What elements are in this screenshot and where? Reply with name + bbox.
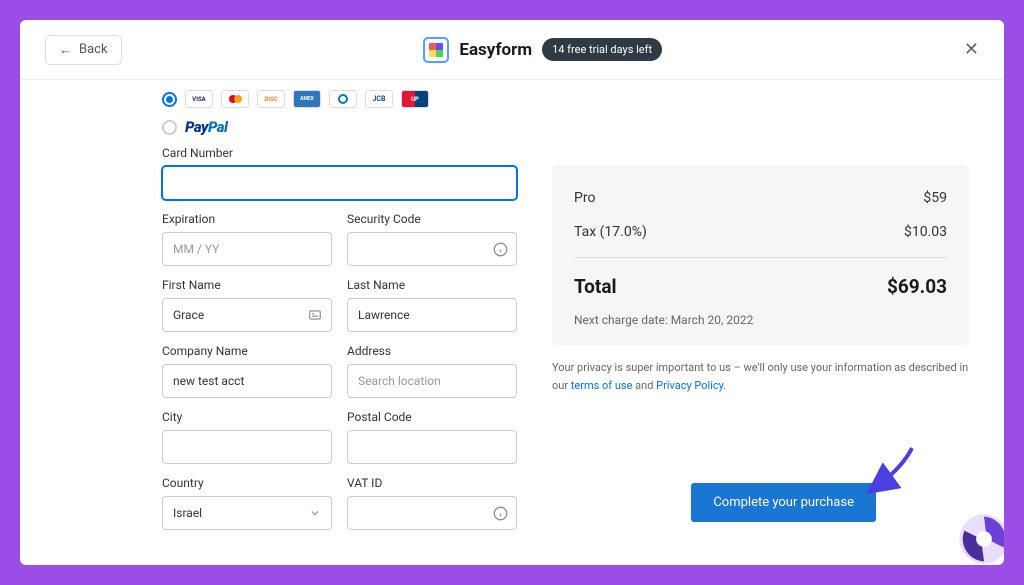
close-icon[interactable]: ✕ — [964, 39, 979, 60]
vat-group: VAT ID — [347, 476, 517, 530]
summary-plan-row: Pro $59 — [574, 181, 947, 215]
card-number-label: Card Number — [162, 146, 517, 160]
last-name-group: Last Name — [347, 278, 517, 332]
summary-tax-row: Tax (17.0%) $10.03 — [574, 215, 947, 249]
country-label: Country — [162, 476, 332, 490]
first-name-label: First Name — [162, 278, 332, 292]
total-value: $69.03 — [887, 275, 947, 298]
jcb-icon: JCB — [365, 90, 393, 108]
header: ← Back Easyform 14 free trial days left … — [20, 20, 1004, 80]
tax-label: Tax (17.0%) — [574, 224, 647, 240]
payment-method-paypal[interactable]: PayPal — [162, 118, 517, 136]
info-icon[interactable] — [492, 505, 508, 521]
diners-icon — [329, 90, 357, 108]
address-label: Address — [347, 344, 517, 358]
order-summary: Pro $59 Tax (17.0%) $10.03 Total $69.03 … — [552, 165, 969, 345]
app-name: Easyform — [459, 40, 532, 60]
trial-badge: 14 free trial days left — [542, 38, 662, 61]
vat-label: VAT ID — [347, 476, 517, 490]
address-group: Address — [347, 344, 517, 398]
city-input[interactable] — [162, 430, 332, 464]
visa-icon: VISA — [185, 90, 213, 108]
company-group: Company Name — [162, 344, 332, 398]
back-button[interactable]: ← Back — [45, 35, 122, 65]
expiration-input[interactable] — [162, 232, 332, 266]
city-label: City — [162, 410, 332, 424]
payment-method-card[interactable]: VISA DISC AMEX JCB UP — [162, 90, 517, 108]
summary-total-row: Total $69.03 — [574, 266, 947, 307]
address-input[interactable] — [347, 364, 517, 398]
tax-value: $10.03 — [904, 224, 947, 240]
company-label: Company Name — [162, 344, 332, 358]
plan-label: Pro — [574, 190, 595, 206]
expiration-group: Expiration — [162, 212, 332, 266]
city-group: City — [162, 410, 332, 464]
back-label: Back — [79, 42, 108, 57]
expiration-label: Expiration — [162, 212, 332, 226]
summary-divider — [574, 257, 947, 258]
postal-group: Postal Code — [347, 410, 517, 464]
unionpay-icon: UP — [401, 90, 429, 108]
chevron-down-icon[interactable] — [307, 505, 323, 521]
app-logo-icon — [423, 37, 449, 63]
brand-corner-icon — [956, 511, 1004, 565]
header-center: Easyform 14 free trial days left — [423, 37, 662, 63]
cvc-label: Security Code — [347, 212, 517, 226]
cvc-group: Security Code — [347, 212, 517, 266]
privacy-text: Your privacy is super important to us – … — [552, 359, 969, 394]
complete-purchase-button[interactable]: Complete your purchase — [691, 483, 876, 522]
privacy-link[interactable]: Privacy Policy — [656, 379, 723, 392]
card-number-group: Card Number — [162, 146, 517, 200]
first-name-group: First Name — [162, 278, 332, 332]
radio-paypal-icon[interactable] — [162, 120, 177, 135]
postal-input[interactable] — [347, 430, 517, 464]
plan-price: $59 — [923, 190, 947, 206]
discover-icon: DISC — [257, 90, 285, 108]
next-charge: Next charge date: March 20, 2022 — [574, 307, 947, 327]
last-name-input[interactable] — [347, 298, 517, 332]
info-icon[interactable] — [492, 241, 508, 257]
payment-methods: VISA DISC AMEX JCB UP PayPal — [162, 90, 517, 136]
checkout-modal: ← Back Easyform 14 free trial days left … — [20, 20, 1004, 565]
company-input[interactable] — [162, 364, 332, 398]
postal-label: Postal Code — [347, 410, 517, 424]
autofill-icon[interactable] — [307, 307, 323, 323]
payment-form-column: VISA DISC AMEX JCB UP PayPal Card Number — [162, 90, 517, 550]
order-summary-column: Pro $59 Tax (17.0%) $10.03 Total $69.03 … — [552, 90, 969, 550]
amex-icon: AMEX — [293, 90, 321, 108]
country-group: Country — [162, 476, 332, 530]
paypal-logo-icon: PayPal — [185, 118, 227, 136]
terms-link[interactable]: terms of use — [571, 379, 633, 392]
card-number-input[interactable] — [162, 166, 517, 200]
last-name-label: Last Name — [347, 278, 517, 292]
radio-card-icon[interactable] — [162, 92, 177, 107]
mastercard-icon — [221, 90, 249, 108]
total-label: Total — [574, 275, 617, 298]
arrow-left-icon: ← — [59, 42, 72, 58]
